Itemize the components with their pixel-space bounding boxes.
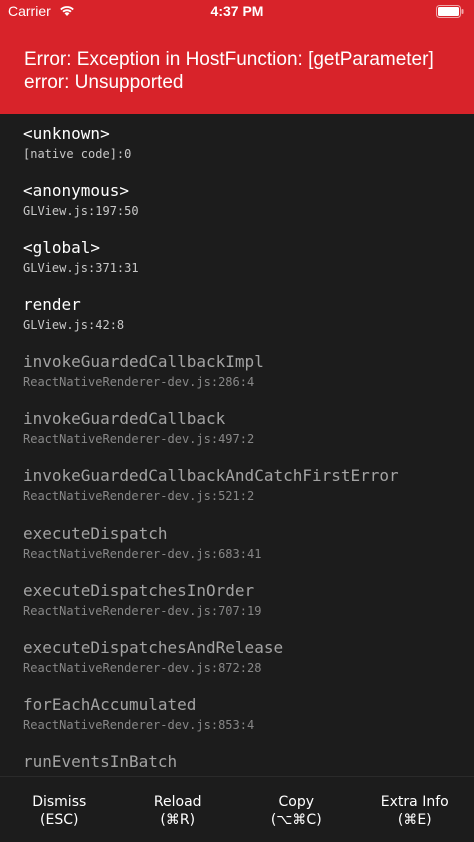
error-message: Error: Exception in HostFunction: [getPa… xyxy=(24,49,434,93)
stack-frame[interactable]: runEventsInBatch xyxy=(23,752,177,774)
copy-shortcut: (⌥⌘C) xyxy=(270,812,322,828)
stack-frame[interactable]: invokeGuardedCallbackAndCatchFirstError … xyxy=(23,466,399,504)
reload-button[interactable]: Reload (⌘R) xyxy=(119,777,238,842)
frame-location: ReactNativeRenderer-dev.js:683:41 xyxy=(23,547,262,561)
frame-function: invokeGuardedCallback xyxy=(23,409,226,428)
copy-label: Copy xyxy=(278,794,314,810)
frame-function: <anonymous> xyxy=(23,181,129,200)
reload-label: Reload xyxy=(153,794,202,810)
extra-info-button[interactable]: Extra Info (⌘E) xyxy=(356,777,474,842)
stack-frame[interactable]: <global> GLView.js:371:31 xyxy=(23,238,139,276)
frame-function: <unknown> xyxy=(23,124,110,143)
frame-location: ReactNativeRenderer-dev.js:521:2 xyxy=(23,489,255,503)
footer-toolbar: Dismiss (ESC) Reload (⌘R) Copy (⌥⌘C) Ext… xyxy=(0,776,474,842)
stack-trace[interactable]: <unknown> [native code]:0 <anonymous> GL… xyxy=(0,114,474,774)
stack-frame[interactable]: forEachAccumulated ReactNativeRenderer-d… xyxy=(23,695,254,733)
frame-function: invokeGuardedCallbackAndCatchFirstError xyxy=(23,466,399,485)
stack-frame[interactable]: executeDispatch ReactNativeRenderer-dev.… xyxy=(23,524,261,562)
dismiss-shortcut: (ESC) xyxy=(40,812,79,828)
frame-location: GLView.js:371:31 xyxy=(23,261,139,275)
frame-function: <global> xyxy=(23,238,101,257)
frame-location: GLView.js:42:8 xyxy=(23,318,125,332)
frame-function: executeDispatchesInOrder xyxy=(23,581,255,600)
stack-frame[interactable]: executeDispatchesInOrder ReactNativeRend… xyxy=(23,581,261,619)
extra-info-shortcut: (⌘E) xyxy=(397,812,432,828)
frame-location: GLView.js:197:50 xyxy=(23,204,139,218)
frame-location: ReactNativeRenderer-dev.js:707:19 xyxy=(23,604,262,618)
frame-location: [native code]:0 xyxy=(23,147,132,161)
battery-icon xyxy=(436,5,464,18)
dismiss-label: Dismiss xyxy=(32,794,87,810)
frame-function: invokeGuardedCallbackImpl xyxy=(23,352,264,371)
stack-frame[interactable]: invokeGuardedCallback ReactNativeRendere… xyxy=(23,409,254,447)
frame-location: ReactNativeRenderer-dev.js:872:28 xyxy=(23,661,262,675)
error-header: Error: Exception in HostFunction: [getPa… xyxy=(0,24,474,114)
status-bar: Carrier 4:37 PM xyxy=(0,0,474,24)
frame-location: ReactNativeRenderer-dev.js:853:4 xyxy=(23,718,255,732)
stack-frame[interactable]: <unknown> [native code]:0 xyxy=(23,124,131,162)
copy-button[interactable]: Copy (⌥⌘C) xyxy=(237,777,356,842)
status-time: 4:37 PM xyxy=(210,3,264,19)
reload-shortcut: (⌘R) xyxy=(160,812,196,828)
frame-function: render xyxy=(23,295,81,314)
frame-location: ReactNativeRenderer-dev.js:497:2 xyxy=(23,432,255,446)
stack-frame[interactable]: <anonymous> GLView.js:197:50 xyxy=(23,181,139,219)
stack-frame[interactable]: invokeGuardedCallbackImpl ReactNativeRen… xyxy=(23,352,264,390)
frame-function: executeDispatch xyxy=(23,524,168,543)
stack-frame[interactable]: render GLView.js:42:8 xyxy=(23,295,124,333)
frame-location: ReactNativeRenderer-dev.js:286:4 xyxy=(23,375,255,389)
frame-function: forEachAccumulated xyxy=(23,695,197,714)
frame-function: runEventsInBatch xyxy=(23,752,178,771)
extra-info-label: Extra Info xyxy=(380,794,449,810)
dismiss-button[interactable]: Dismiss (ESC) xyxy=(0,777,119,842)
frame-function: executeDispatchesAndRelease xyxy=(23,638,284,657)
stack-frame[interactable]: executeDispatchesAndRelease ReactNativeR… xyxy=(23,638,283,676)
